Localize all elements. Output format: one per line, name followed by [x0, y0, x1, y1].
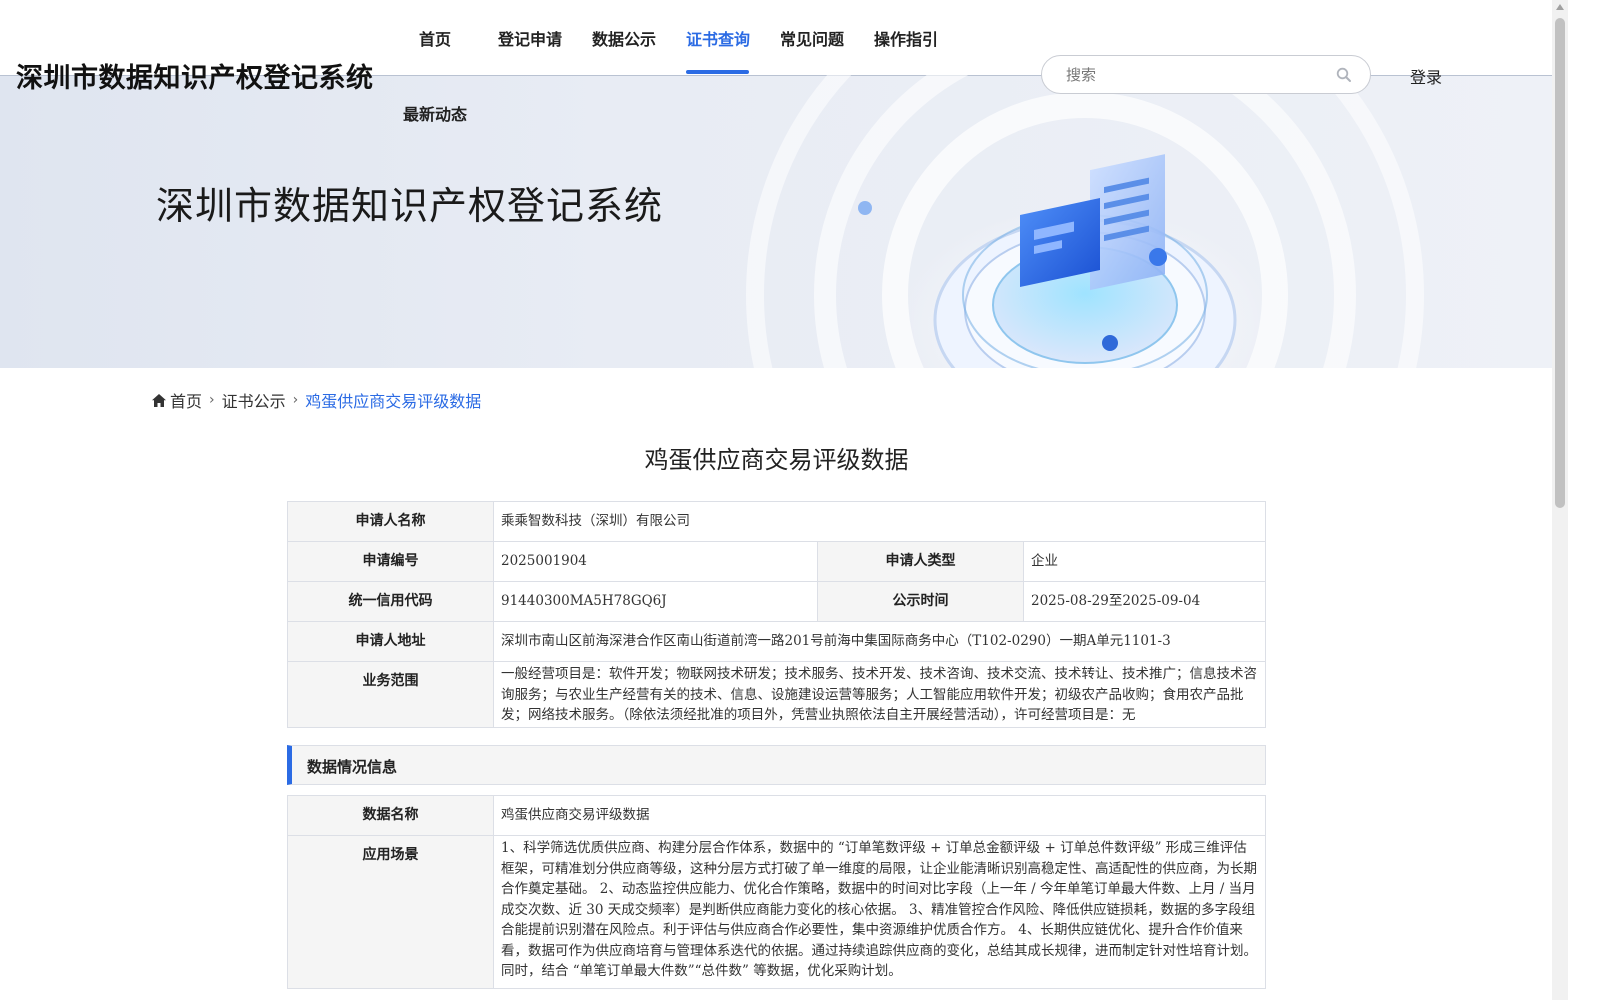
search-input[interactable]	[1066, 64, 1326, 86]
chevron-right-icon: ›	[292, 392, 299, 408]
search-box	[1041, 55, 1371, 94]
nav-operation-guide[interactable]: 操作指引	[874, 26, 938, 50]
table-row: 申请人名称 乘乘智数科技（深圳）有限公司	[287, 501, 1266, 542]
application-scenario-label: 应用场景	[287, 835, 494, 989]
applicant-type-label: 申请人类型	[817, 541, 1024, 582]
publicity-period-label: 公示时间	[817, 581, 1024, 622]
breadcrumb-home[interactable]: 首页	[170, 388, 202, 412]
search-icon[interactable]	[1336, 67, 1352, 83]
nav-certificate-query[interactable]: 证书查询	[686, 26, 750, 50]
breadcrumb-current: 鸡蛋供应商交易评级数据	[305, 392, 482, 411]
table-row: 申请人地址 深圳市南山区前海深港合作区南山街道前湾一路201号前海中集国际商务中…	[287, 621, 1266, 662]
table-row: 业务范围 一般经营项目是：软件开发；物联网技术研发；技术服务、技术开发、技术咨询…	[287, 661, 1266, 728]
scroll-thumb[interactable]	[1555, 18, 1565, 508]
scroll-up-arrow-icon[interactable]	[1556, 4, 1564, 10]
data-info-section-header: 数据情况信息	[287, 745, 1266, 785]
nav-home[interactable]: 首页	[419, 26, 451, 50]
publicity-period-value: 2025-08-29至2025-09-04	[1023, 581, 1266, 622]
credit-code-label: 统一信用代码	[287, 581, 494, 622]
nav-latest-news[interactable]: 最新动态	[403, 101, 467, 125]
data-name-label: 数据名称	[287, 795, 494, 836]
credit-code-value: 91440300MA5H78GQ6J	[493, 581, 818, 622]
application-number-value: 2025001904	[493, 541, 818, 582]
table-row: 应用场景 1、科学筛选优质供应商、构建分层合作体系，数据中的 “订单笔数评级 +…	[287, 835, 1266, 989]
login-link[interactable]: 登录	[1410, 64, 1442, 88]
page-scrollbar[interactable]	[1552, 0, 1568, 1000]
page-title: 鸡蛋供应商交易评级数据	[644, 446, 909, 474]
nav-faq[interactable]: 常见问题	[780, 26, 844, 50]
business-scope-value: 一般经营项目是：软件开发；物联网技术研发；技术服务、技术开发、技术咨询、技术交流…	[493, 661, 1266, 728]
banner-title: 深圳市数据知识产权登记系统	[156, 184, 664, 228]
application-scenario-value: 1、科学筛选优质供应商、构建分层合作体系，数据中的 “订单笔数评级 + 订单总金…	[493, 835, 1266, 989]
applicant-info-table: 申请人名称 乘乘智数科技（深圳）有限公司 申请编号 2025001904 申请人…	[287, 501, 1266, 728]
applicant-name-value: 乘乘智数科技（深圳）有限公司	[493, 501, 1266, 542]
table-row: 统一信用代码 91440300MA5H78GQ6J 公示时间 2025-08-2…	[287, 581, 1266, 622]
applicant-name-label: 申请人名称	[287, 501, 494, 542]
data-info-table: 数据名称 鸡蛋供应商交易评级数据 应用场景 1、科学筛选优质供应商、构建分层合作…	[287, 795, 1266, 989]
applicant-type-value: 企业	[1023, 541, 1266, 582]
breadcrumb: 首页 › 证书公示 › 鸡蛋供应商交易评级数据	[152, 388, 481, 412]
table-row: 申请编号 2025001904 申请人类型 企业	[287, 541, 1266, 582]
breadcrumb-certificate-publicity[interactable]: 证书公示	[222, 388, 286, 412]
nav-register-apply[interactable]: 登记申请	[498, 26, 562, 50]
data-name-value: 鸡蛋供应商交易评级数据	[493, 795, 1266, 836]
home-icon[interactable]	[152, 393, 166, 407]
applicant-address-label: 申请人地址	[287, 621, 494, 662]
chevron-right-icon: ›	[209, 392, 215, 408]
application-number-label: 申请编号	[287, 541, 494, 582]
table-row: 数据名称 鸡蛋供应商交易评级数据	[287, 795, 1266, 836]
nav-data-publicity[interactable]: 数据公示	[592, 26, 656, 50]
business-scope-label: 业务范围	[287, 661, 494, 728]
section-title: 数据情况信息	[307, 758, 398, 776]
main-nav: 首页 登记申请 数据公示 证书查询 常见问题 操作指引 最新动态 登录	[0, 0, 1552, 130]
applicant-address-value: 深圳市南山区前海深港合作区南山街道前湾一路201号前海中集国际商务中心（T102…	[493, 621, 1266, 662]
active-nav-indicator	[686, 70, 749, 74]
